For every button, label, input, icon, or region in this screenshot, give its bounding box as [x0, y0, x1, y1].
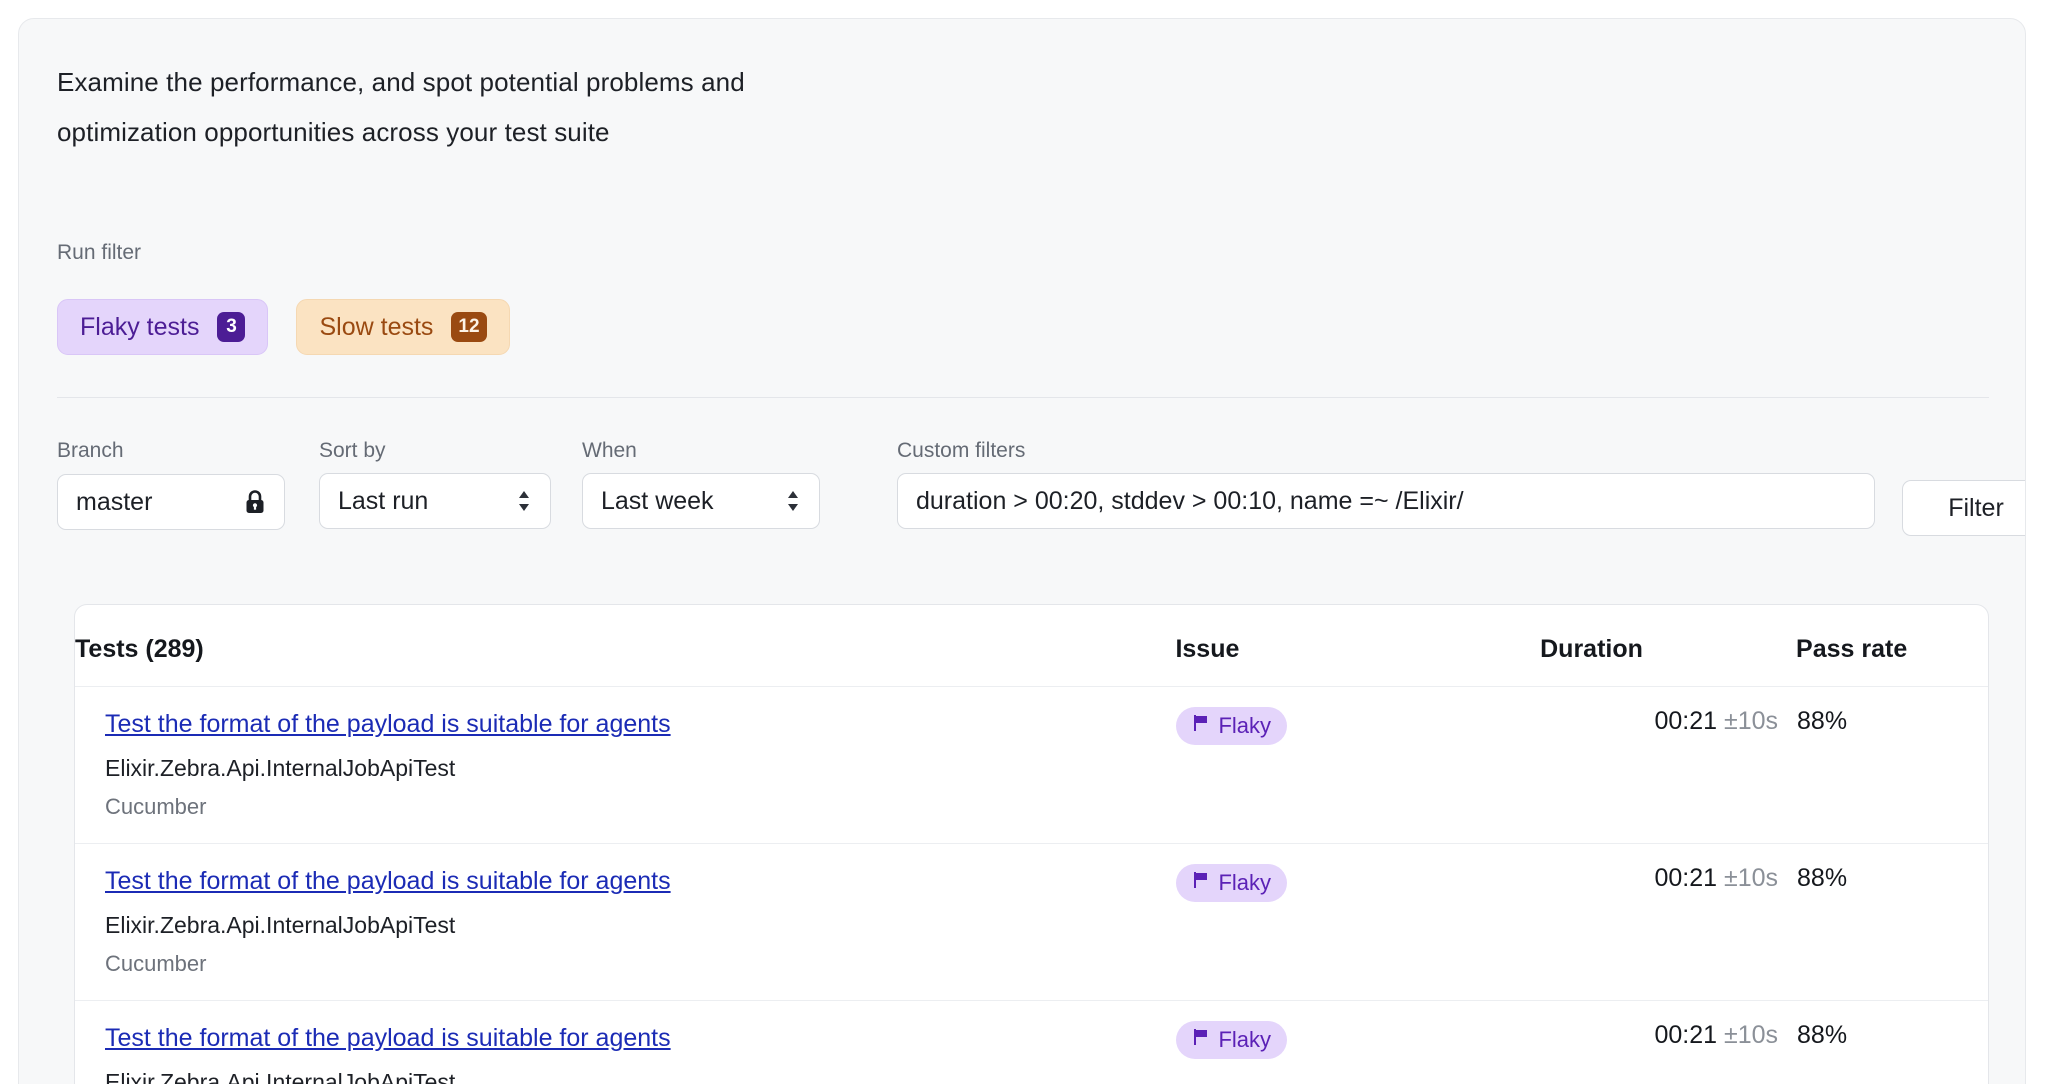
duration-value-wrap: 00:21 ±10s — [1654, 864, 1778, 892]
cell-test-name: Test the format of the payload is suitab… — [75, 1001, 1175, 1084]
updown-chevron-icon — [516, 488, 532, 514]
page-root: Examine the performance, and spot potent… — [0, 0, 2048, 1084]
test-class-name: Elixir.Zebra.Api.InternalJobApiTest — [105, 910, 1174, 940]
page-description: Examine the performance, and spot potent… — [57, 57, 1057, 157]
run-filter-label: Run filter — [57, 241, 141, 265]
duration-value-wrap: 00:21 ±10s — [1654, 1021, 1778, 1049]
filter-button[interactable]: Filter — [1902, 480, 2026, 536]
duration-stddev: ±10s — [1724, 1021, 1778, 1049]
tests-table-body: Test the format of the payload is suitab… — [75, 687, 1988, 1084]
cell-duration: 00:21 ±10s — [1540, 1001, 1796, 1084]
status-badge-flaky[interactable]: Flaky — [1176, 707, 1287, 745]
cell-issue: Flaky — [1175, 1001, 1540, 1084]
chip-flaky-tests-label: Flaky tests — [80, 313, 199, 342]
test-name-link[interactable]: Test the format of the payload is suitab… — [105, 707, 671, 741]
sort-by-field-group: Sort by Last run — [319, 439, 551, 529]
duration-value-wrap: 00:21 ±10s — [1654, 707, 1778, 735]
filter-bar: Branch master Sort by — [57, 439, 2017, 549]
duration-value: 00:21 — [1654, 707, 1717, 735]
status-badge-label: Flaky — [1218, 1027, 1271, 1053]
table-row: Test the format of the payload is suitab… — [75, 687, 1988, 844]
sort-by-select[interactable]: Last run — [319, 473, 551, 529]
cell-pass-rate: 88% — [1796, 844, 1988, 1001]
sort-by-value: Last run — [338, 487, 506, 516]
test-class-name: Elixir.Zebra.Api.InternalJobApiTest — [105, 753, 1174, 783]
cell-test-name: Test the format of the payload is suitab… — [75, 844, 1175, 1001]
branch-value: master — [76, 488, 238, 517]
branch-input[interactable]: master — [57, 474, 285, 530]
column-header-pass-rate: Pass rate — [1796, 605, 1988, 687]
tests-table-card: Tests (289) Issue Duration Pass rate Tes… — [74, 604, 1989, 1084]
pass-rate-value: 88% — [1797, 1021, 1847, 1049]
branch-field-group: Branch master — [57, 439, 285, 530]
tests-table-header-row: Tests (289) Issue Duration Pass rate — [75, 605, 1988, 687]
custom-filters-label: Custom filters — [897, 439, 1875, 463]
when-label: When — [582, 439, 820, 463]
page-description-line-1: Examine the performance, and spot potent… — [57, 57, 1057, 107]
pass-rate-value: 88% — [1797, 864, 1847, 892]
cell-pass-rate: 88% — [1796, 687, 1988, 844]
when-select[interactable]: Last week — [582, 473, 820, 529]
sort-by-label: Sort by — [319, 439, 551, 463]
column-header-issue: Issue — [1175, 605, 1540, 687]
test-class-name: Elixir.Zebra.Api.InternalJobApiTest — [105, 1067, 1174, 1084]
status-badge-label: Flaky — [1218, 870, 1271, 896]
section-divider — [57, 397, 1989, 398]
column-header-duration: Duration — [1540, 605, 1796, 687]
duration-value: 00:21 — [1654, 1021, 1717, 1049]
cell-pass-rate: 88% — [1796, 1001, 1988, 1084]
cell-duration: 00:21 ±10s — [1540, 687, 1796, 844]
chip-slow-tests-count: 12 — [451, 312, 486, 342]
tests-table-head: Tests (289) Issue Duration Pass rate — [75, 605, 1988, 687]
run-filter-chips: Flaky tests 3 Slow tests 12 — [57, 299, 510, 355]
flag-icon — [1192, 870, 1210, 896]
flag-icon — [1192, 1027, 1210, 1053]
status-badge-label: Flaky — [1218, 713, 1271, 739]
chip-flaky-tests[interactable]: Flaky tests 3 — [57, 299, 268, 355]
test-name-link[interactable]: Test the format of the payload is suitab… — [105, 864, 671, 898]
tests-table: Tests (289) Issue Duration Pass rate Tes… — [75, 605, 1988, 1084]
status-badge-flaky[interactable]: Flaky — [1176, 1021, 1287, 1059]
filter-button-group: Filter — [1902, 439, 2026, 536]
custom-filters-value: duration > 00:20, stddev > 00:10, name =… — [916, 487, 1856, 516]
when-field-group: When Last week — [582, 439, 820, 529]
duration-value: 00:21 — [1654, 864, 1717, 892]
chip-slow-tests[interactable]: Slow tests 12 — [296, 299, 509, 355]
insights-panel: Examine the performance, and spot potent… — [18, 18, 2026, 1084]
lock-icon — [244, 489, 266, 515]
table-row: Test the format of the payload is suitab… — [75, 844, 1988, 1001]
table-row: Test the format of the payload is suitab… — [75, 1001, 1988, 1084]
test-suite-name: Cucumber — [105, 950, 1174, 978]
duration-stddev: ±10s — [1724, 707, 1778, 735]
cell-issue: Flaky — [1175, 844, 1540, 1001]
chip-slow-tests-label: Slow tests — [319, 313, 433, 342]
custom-filters-field-group: Custom filters duration > 00:20, stddev … — [897, 439, 1875, 529]
duration-stddev: ±10s — [1724, 864, 1778, 892]
updown-chevron-icon — [785, 488, 801, 514]
custom-filters-input[interactable]: duration > 00:20, stddev > 00:10, name =… — [897, 473, 1875, 529]
test-suite-name: Cucumber — [105, 793, 1174, 821]
page-description-line-2: optimization opportunities across your t… — [57, 107, 1057, 157]
cell-duration: 00:21 ±10s — [1540, 844, 1796, 1001]
cell-issue: Flaky — [1175, 687, 1540, 844]
chip-flaky-tests-count: 3 — [217, 312, 245, 342]
flag-icon — [1192, 713, 1210, 739]
branch-label: Branch — [57, 439, 285, 463]
test-name-link[interactable]: Test the format of the payload is suitab… — [105, 1021, 671, 1055]
status-badge-flaky[interactable]: Flaky — [1176, 864, 1287, 902]
when-value: Last week — [601, 487, 775, 516]
pass-rate-value: 88% — [1797, 707, 1847, 735]
column-header-tests: Tests (289) — [75, 605, 1175, 687]
cell-test-name: Test the format of the payload is suitab… — [75, 687, 1175, 844]
